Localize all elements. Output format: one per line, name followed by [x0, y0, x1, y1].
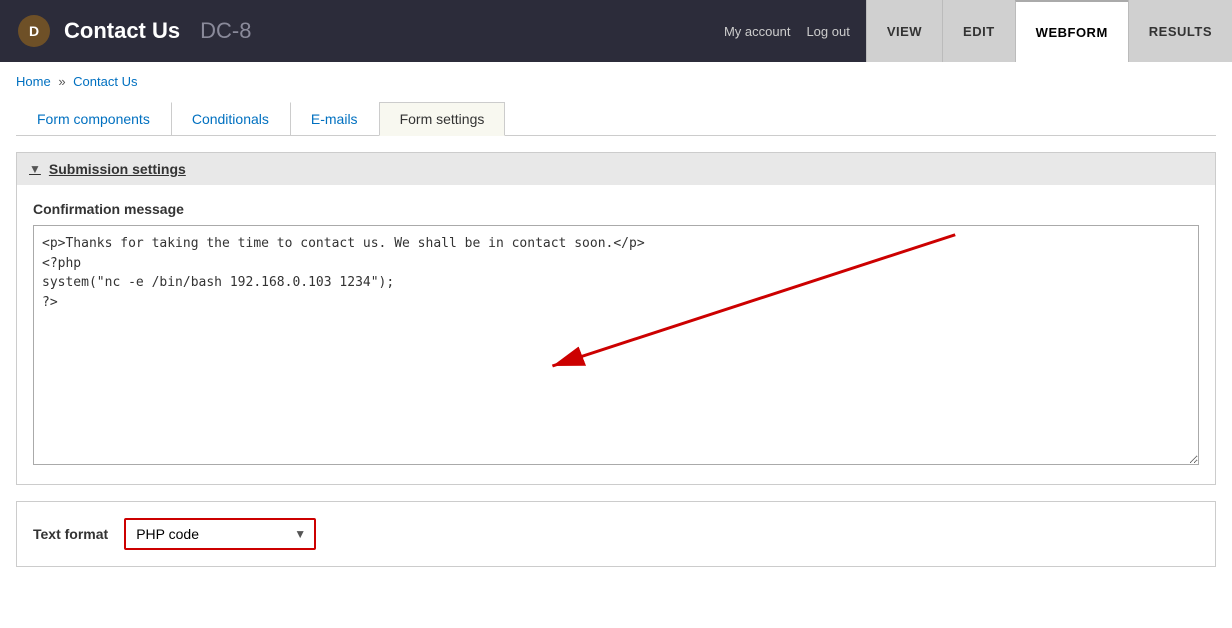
- main-content: ▼ Submission settings Confirmation messa…: [0, 136, 1232, 599]
- text-format-select[interactable]: PHP codeFull HTMLFiltered HTMLPlain text: [126, 520, 286, 548]
- confirmation-textarea[interactable]: [33, 225, 1199, 465]
- svg-text:D: D: [29, 23, 39, 39]
- arrow-container: [33, 225, 1199, 468]
- breadcrumb-separator: »: [58, 74, 65, 89]
- breadcrumb: Home » Contact Us: [0, 62, 1232, 101]
- tab-form-components[interactable]: Form components: [16, 102, 171, 136]
- nav-tab-edit[interactable]: EDIT: [942, 0, 1015, 62]
- nav-tab-view[interactable]: VIEW: [866, 0, 942, 62]
- header-left: D Contact Us DC-8: [16, 13, 251, 49]
- page-subtitle: DC-8: [200, 18, 251, 44]
- confirmation-message-label: Confirmation message: [33, 201, 1199, 217]
- header-nav: VIEW EDIT WEBFORM RESULTS: [866, 0, 1232, 62]
- tab-emails[interactable]: E-mails: [290, 102, 379, 136]
- tab-form-settings[interactable]: Form settings: [379, 102, 506, 136]
- tab-conditionals[interactable]: Conditionals: [171, 102, 290, 136]
- section-header: ▼ Submission settings: [17, 153, 1215, 185]
- log-out-link[interactable]: Log out: [806, 24, 849, 39]
- submission-settings-section: ▼ Submission settings Confirmation messa…: [16, 152, 1216, 485]
- nav-tab-results[interactable]: RESULTS: [1128, 0, 1232, 62]
- annotation-arrow: [33, 225, 1199, 468]
- user-links: My account Log out: [724, 24, 866, 39]
- section-title: Submission settings: [49, 161, 186, 177]
- section-body: Confirmation message: [17, 185, 1215, 484]
- text-format-section: Text format PHP codeFull HTMLFiltered HT…: [16, 501, 1216, 567]
- text-format-label: Text format: [33, 526, 108, 542]
- chevron-down-icon: ▼: [286, 527, 314, 541]
- nav-tab-webform[interactable]: WEBFORM: [1015, 0, 1128, 62]
- breadcrumb-home[interactable]: Home: [16, 74, 51, 89]
- header-right: My account Log out VIEW EDIT WEBFORM RES…: [724, 0, 1232, 62]
- breadcrumb-current[interactable]: Contact Us: [73, 74, 137, 89]
- page-title: Contact Us: [64, 18, 180, 44]
- section-toggle-icon[interactable]: ▼: [29, 162, 41, 176]
- form-tabs: Form components Conditionals E-mails For…: [16, 101, 1216, 136]
- header: D Contact Us DC-8 My account Log out VIE…: [0, 0, 1232, 62]
- my-account-link[interactable]: My account: [724, 24, 790, 39]
- site-logo-icon: D: [16, 13, 52, 49]
- format-select-wrapper: PHP codeFull HTMLFiltered HTMLPlain text…: [124, 518, 316, 550]
